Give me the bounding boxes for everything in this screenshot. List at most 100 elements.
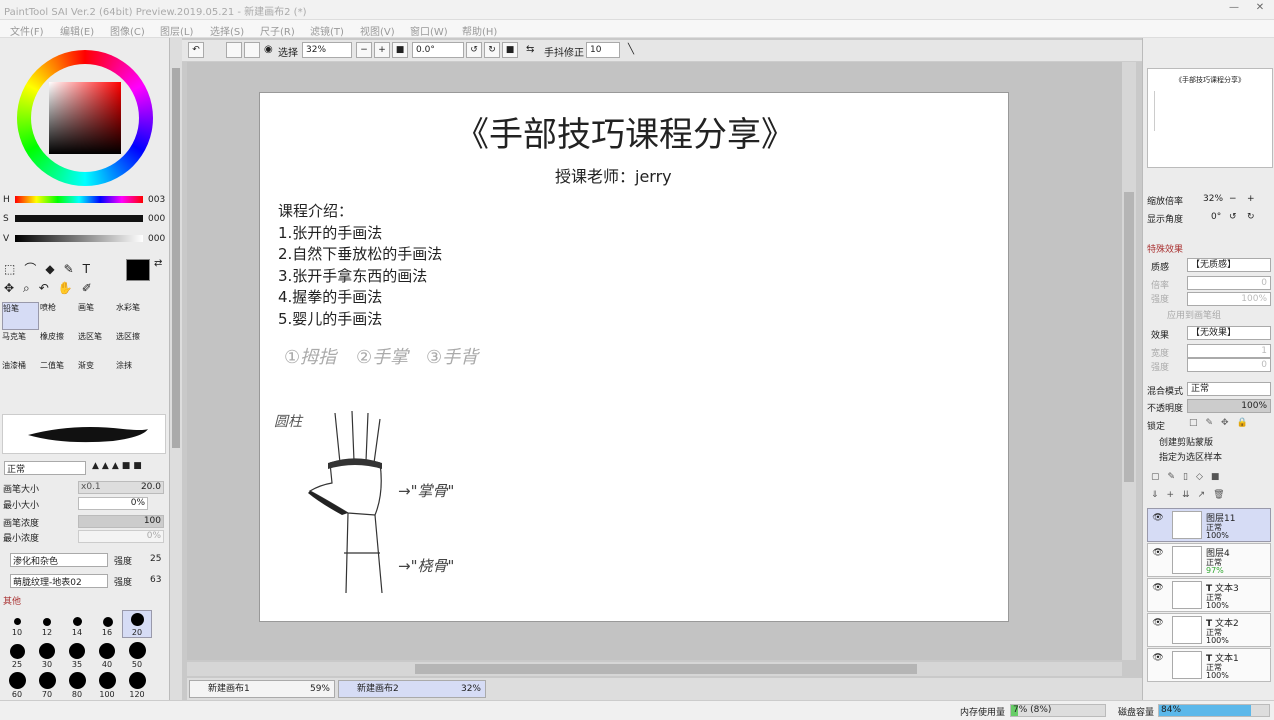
layer-action-icons[interactable]: ▢✎▯◇■ [1151,472,1227,482]
menu-help[interactable]: 帮助(H) [462,23,497,38]
layer-blend-select[interactable]: 正常 [1187,382,1271,396]
tool-smudge[interactable]: 涂抹 [116,360,153,388]
menu-ruler[interactable]: 尺子(R) [260,23,295,38]
size-dot[interactable] [14,618,21,625]
size-dot[interactable] [39,672,56,689]
tool-eraser[interactable]: 橡皮擦 [40,331,77,359]
menu-view[interactable]: 视图(V) [360,23,395,38]
scroll-thumb[interactable] [415,664,917,674]
brush-size-slider[interactable]: x0.1 20.0 [78,481,164,494]
tool-pencil[interactable]: 铅笔 [2,302,39,330]
angle-field[interactable]: 0.0° [412,42,464,58]
layer-item[interactable]: 👁 T 文本2 正常 100% [1147,613,1271,647]
min-size-slider[interactable]: 0% [78,497,148,510]
minimize-button[interactable]: — [1222,2,1246,18]
layer-opacity-slider[interactable]: 100% [1187,399,1271,413]
visibility-eye-icon[interactable]: 👁 [1151,583,1165,595]
menu-window[interactable]: 窗口(W) [410,23,448,38]
size-dot[interactable] [69,672,86,689]
swap-colors-icon[interactable]: ⇄ [154,258,162,269]
copy-icon[interactable] [226,42,242,58]
scroll-thumb[interactable] [172,68,180,448]
undo-icon[interactable]: ↶ [188,42,204,58]
visibility-eye-icon[interactable]: 👁 [1151,618,1165,630]
paste-icon[interactable] [244,42,260,58]
select-toggle-icon[interactable]: ◉ [264,44,273,55]
texture-effect-select[interactable]: 【无质感】 [1187,258,1271,272]
lock-icons[interactable]: □✎✥🔒 [1189,418,1256,428]
size-dot[interactable] [99,672,116,689]
nav-zoom-out-icon[interactable]: − [1229,194,1237,204]
tab-canvas-1[interactable]: 新建画布1 59% [189,680,335,698]
tool-airbrush[interactable]: 喷枪 [40,302,77,330]
size-dot[interactable] [43,618,51,626]
tool-binary-pen[interactable]: 二值笔 [40,360,77,388]
navigator-preview[interactable]: 《手部技巧课程分享》 [1147,68,1273,168]
nav-rotate-left-icon[interactable]: ↺ [1229,212,1237,222]
canvas-horizontal-scrollbar[interactable] [187,662,1122,676]
flip-icon[interactable]: ⇆ [526,44,534,55]
visibility-eye-icon[interactable]: 👁 [1151,653,1165,665]
tool-select-eraser[interactable]: 选区擦 [116,331,153,359]
tool-watercolor[interactable]: 水彩笔 [116,302,153,330]
size-dot[interactable] [131,613,144,626]
effects-section-label[interactable]: 特殊效果 [1147,242,1183,255]
tool-select-pen[interactable]: 选区笔 [78,331,115,359]
size-dot[interactable] [103,617,113,627]
view-tools-icons[interactable]: ✥⌕↶✋✐ [4,281,101,296]
canvas-paper[interactable]: 《手部技巧课程分享》 授课老师：jerry 课程介绍： 1.张开的手画法 2.自… [259,92,1009,622]
menu-image[interactable]: 图像(C) [110,23,145,38]
menu-filter[interactable]: 滤镜(T) [310,23,344,38]
clipping-mask-checkbox[interactable]: 创建剪贴蒙版 [1159,435,1213,448]
tool-gradient[interactable]: 渐变 [78,360,115,388]
nav-zoom-in-icon[interactable]: + [1247,194,1255,204]
rotate-reset-icon[interactable]: ■ [502,42,518,58]
menu-file[interactable]: 文件(F) [10,23,44,38]
min-density-slider[interactable]: 0% [78,530,164,543]
size-dot[interactable] [129,672,146,689]
layer-manage-icons[interactable]: ⇓+⇊↗🗑 [1151,490,1233,500]
texture-strength-field[interactable]: 0 [1187,276,1271,290]
effect-width-field[interactable]: 1 [1187,344,1271,358]
line-tool-icon[interactable]: ╲ [628,44,634,55]
effect-select[interactable]: 【无效果】 [1187,326,1271,340]
visibility-eye-icon[interactable]: 👁 [1151,513,1165,525]
layer-item[interactable]: 👁 图层4 正常 97% [1147,543,1271,577]
hue-slider[interactable] [15,196,143,203]
stabilizer-field[interactable]: 10 [586,42,620,58]
zoom-out-icon[interactable]: − [356,42,372,58]
texture-select[interactable]: 渗化和杂色 [10,553,108,567]
zoom-in-icon[interactable]: + [374,42,390,58]
sv-square[interactable] [49,82,121,154]
blend-mode-select[interactable]: 正常 [4,461,86,475]
density-slider[interactable]: 100 [78,515,164,528]
rotate-left-icon[interactable]: ↺ [466,42,482,58]
brush-shape-icons[interactable]: ▲▲▲■■ [92,461,145,471]
menu-select[interactable]: 选择(S) [210,23,244,38]
layer-item[interactable]: 👁 T 文本1 正常 100% [1147,648,1271,682]
value-slider[interactable] [15,235,143,242]
effect-intensity-field[interactable]: 0 [1187,358,1271,372]
menu-edit[interactable]: 编辑(E) [60,23,94,38]
size-dot[interactable] [39,643,55,659]
nav-rotate-right-icon[interactable]: ↻ [1247,212,1255,222]
tool-brush[interactable]: 画笔 [78,302,115,330]
left-panel-scrollbar[interactable] [170,38,182,720]
zoom-field[interactable]: 32% [302,42,352,58]
close-button[interactable]: ✕ [1248,2,1272,18]
canvas-vertical-scrollbar[interactable] [1122,62,1136,660]
selection-tools-icons[interactable]: ⬚⌒◆✎T [4,260,99,277]
layer-item[interactable]: 👁 图层11 正常 100% [1147,508,1271,542]
selection-source-checkbox[interactable]: 指定为选区样本 [1159,450,1222,463]
size-dot[interactable] [73,617,82,626]
size-dot[interactable] [10,644,25,659]
texture-scale-field[interactable]: 100% [1187,292,1271,306]
rotate-right-icon[interactable]: ↻ [484,42,500,58]
size-dot[interactable] [129,642,146,659]
foreground-color-swatch[interactable] [126,259,150,281]
color-wheel[interactable] [17,50,153,186]
layer-item[interactable]: 👁 T 文本3 正常 100% [1147,578,1271,612]
size-dot[interactable] [69,643,85,659]
scroll-thumb[interactable] [1124,192,1134,482]
size-dot[interactable] [99,643,115,659]
